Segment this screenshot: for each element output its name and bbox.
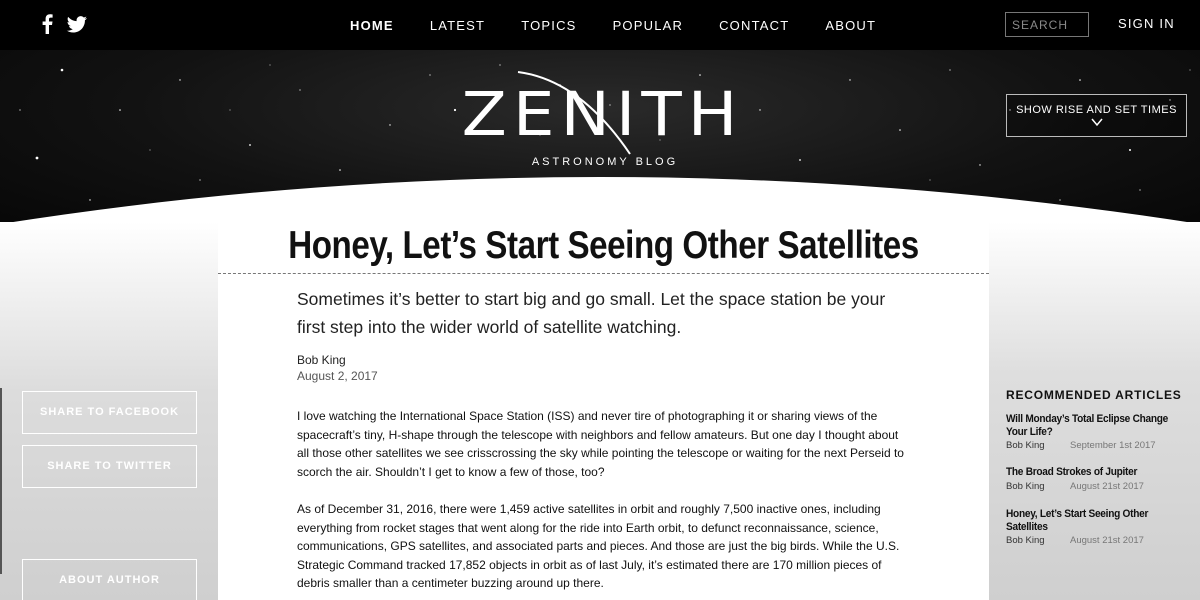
- nav-topics[interactable]: TOPICS: [521, 18, 576, 33]
- article-paragraph: As of December 31, 2016, there were 1,45…: [297, 502, 900, 590]
- nav-latest[interactable]: LATEST: [430, 18, 485, 33]
- share-facebook-button[interactable]: SHARE TO FACEBOOK: [22, 391, 197, 434]
- title-divider: [218, 273, 989, 274]
- hero-banner: ZENITH ASTRONOMY BLOG SHOW RISE AND SET …: [0, 50, 1200, 240]
- nav-popular[interactable]: POPULAR: [613, 18, 684, 33]
- about-author-button[interactable]: ABOUT AUTHOR: [22, 559, 197, 600]
- top-navigation-bar: HOME LATEST TOPICS POPULAR CONTACT ABOUT…: [0, 0, 1200, 50]
- recommended-item[interactable]: Will Monday’s Total Eclipse Change Your …: [1006, 413, 1186, 451]
- nav-contact[interactable]: CONTACT: [719, 18, 789, 33]
- social-links: [40, 14, 88, 34]
- recommended-date: September 1st 2017: [1070, 440, 1156, 451]
- recommended-meta: Bob King August 21st 2017: [1006, 535, 1186, 546]
- article-title: Honey, Let’s Start Seeing Other Satellit…: [288, 224, 919, 267]
- main-nav: HOME LATEST TOPICS POPULAR CONTACT ABOUT: [350, 0, 912, 50]
- recommended-item[interactable]: The Broad Strokes of Jupiter Bob King Au…: [1006, 466, 1186, 492]
- article-main: Honey, Let’s Start Seeing Other Satellit…: [218, 222, 989, 600]
- article-paragraph: I love watching the International Space …: [297, 409, 904, 479]
- left-sidebar: SHARE TO FACEBOOK SHARE TO TWITTER ABOUT…: [0, 222, 218, 600]
- show-rise-set-times-button[interactable]: SHOW RISE AND SET TIMES: [1006, 94, 1187, 137]
- share-twitter-button[interactable]: SHARE TO TWITTER: [22, 445, 197, 488]
- site-logo[interactable]: ZENITH ASTRONOMY BLOG: [460, 70, 750, 180]
- logo-wordmark: ZENITH: [461, 79, 744, 150]
- recommended-author: Bob King: [1006, 535, 1045, 546]
- recommended-date: August 21st 2017: [1070, 480, 1144, 492]
- recommended-author: Bob King: [1006, 480, 1045, 492]
- recommended-item[interactable]: Honey, Let’s Start Seeing Other Satellit…: [1006, 508, 1186, 546]
- article-deck: Sometimes it’s better to start big and g…: [297, 289, 886, 337]
- sign-in-link[interactable]: SIGN IN: [1118, 16, 1175, 31]
- chevron-down-icon: [1090, 118, 1103, 127]
- search-input[interactable]: [1005, 12, 1089, 37]
- recommended-title[interactable]: Honey, Let’s Start Seeing Other Satellit…: [1006, 508, 1172, 533]
- recommended-title[interactable]: The Broad Strokes of Jupiter: [1006, 466, 1172, 479]
- twitter-icon[interactable]: [66, 16, 88, 34]
- recommended-meta: Bob King September 1st 2017: [1006, 440, 1186, 451]
- rise-button-label: SHOW RISE AND SET TIMES: [1016, 104, 1177, 116]
- recommended-author: Bob King: [1006, 440, 1045, 451]
- facebook-icon[interactable]: [40, 14, 54, 34]
- recommended-heading: RECOMMENDED ARTICLES: [1006, 388, 1182, 402]
- nav-about[interactable]: ABOUT: [825, 18, 876, 33]
- article-author[interactable]: Bob King: [297, 353, 346, 367]
- logo-tagline: ASTRONOMY BLOG: [531, 156, 679, 168]
- nav-home[interactable]: HOME: [350, 18, 394, 33]
- left-edge-line: [0, 388, 2, 574]
- recommended-date: August 21st 2017: [1070, 535, 1144, 546]
- article-date: August 2, 2017: [297, 369, 378, 383]
- recommended-meta: Bob King August 21st 2017: [1006, 481, 1186, 492]
- recommended-title[interactable]: Will Monday’s Total Eclipse Change Your …: [1006, 413, 1172, 438]
